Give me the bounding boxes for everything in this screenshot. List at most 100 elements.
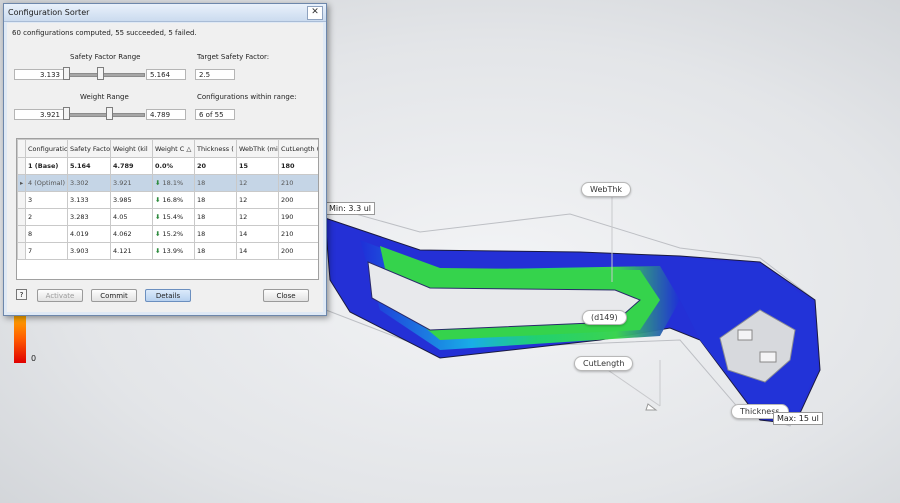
cell-webthk: 15 [236, 157, 279, 175]
callout-webthk[interactable]: WebThk [581, 182, 632, 197]
cell-weight-change: ⬇ 18.1% [152, 174, 195, 192]
table-row[interactable]: 2 3.283 4.05 ⬇ 15.4% 18 12 190 [17, 208, 318, 226]
cell-config: 4 (Optimal) [25, 174, 68, 192]
row-selector[interactable] [17, 208, 26, 226]
row-selector[interactable] [17, 242, 26, 260]
activate-button[interactable]: Activate [37, 289, 83, 302]
configuration-sorter-dialog[interactable]: Configuration Sorter ✕ 60 configurations… [3, 3, 327, 316]
min-stress-tag: Min: 3.3 ul [325, 202, 375, 215]
weight-max-field[interactable]: 4.789 [146, 109, 186, 120]
cell-cutlength: 180 [278, 157, 318, 175]
column-header[interactable]: Safety Facto [67, 139, 111, 158]
safety-range-slider[interactable] [67, 73, 145, 77]
cell-safety: 3.133 [67, 191, 111, 209]
cell-thickness: 18 [194, 208, 237, 226]
down-arrow-icon: ⬇ [155, 179, 161, 187]
table-row[interactable]: 3 3.133 3.985 ⬇ 16.8% 18 12 200 [17, 191, 318, 209]
cell-webthk: 14 [236, 242, 279, 260]
column-header[interactable]: WebThk (mi [236, 139, 279, 158]
row-selector[interactable] [17, 225, 26, 243]
row-header-corner [17, 139, 26, 158]
cell-thickness: 18 [194, 191, 237, 209]
cell-webthk: 14 [236, 225, 279, 243]
cell-cutlength: 200 [278, 242, 318, 260]
cell-webthk: 12 [236, 208, 279, 226]
cell-safety: 3.903 [67, 242, 111, 260]
cell-cutlength: 210 [278, 225, 318, 243]
dialog-body: 60 configurations computed, 55 succeeded… [7, 23, 323, 312]
cell-config: 1 (Base) [25, 157, 68, 175]
column-header[interactable]: Weight (kil [110, 139, 153, 158]
down-arrow-icon: ⬇ [155, 247, 161, 255]
cell-safety: 5.164 [67, 157, 111, 175]
max-stress-tag: Max: 15 ul [773, 412, 823, 425]
table-row[interactable]: 7 3.903 4.121 ⬇ 13.9% 18 14 200 [17, 242, 318, 260]
dialog-title: Configuration Sorter [8, 8, 90, 17]
callout-cutlength[interactable]: CutLength [574, 356, 634, 371]
down-arrow-icon: ⬇ [155, 213, 161, 221]
configs-within-range-label: Configurations within range: [197, 93, 297, 101]
cell-config: 3 [25, 191, 68, 209]
target-safety-field[interactable]: 2.5 [195, 69, 235, 80]
cell-safety: 3.302 [67, 174, 111, 192]
current-row-arrow-icon[interactable]: ▸ [17, 174, 26, 192]
cell-cutlength: 190 [278, 208, 318, 226]
weight-min-field[interactable]: 3.921 [14, 109, 64, 120]
cell-weight: 3.985 [110, 191, 153, 209]
cell-thickness: 18 [194, 225, 237, 243]
configurations-table[interactable]: Configuratic Safety Facto Weight (kil We… [16, 138, 319, 280]
cell-weight: 4.05 [110, 208, 153, 226]
table-row[interactable]: 1 (Base) 5.164 4.789 0.0% 20 15 180 [17, 157, 318, 175]
row-selector[interactable] [17, 191, 26, 209]
commit-button[interactable]: Commit [91, 289, 137, 302]
cell-weight-change: 0.0% [152, 157, 195, 175]
cell-thickness: 18 [194, 174, 237, 192]
dialog-titlebar[interactable]: Configuration Sorter ✕ [4, 4, 326, 22]
down-arrow-icon: ⬇ [155, 196, 161, 204]
callout-d149[interactable]: (d149) [582, 310, 627, 325]
cell-config: 7 [25, 242, 68, 260]
cell-weight-change: ⬇ 13.9% [152, 242, 195, 260]
column-header[interactable]: Weight C △ [152, 139, 195, 158]
close-icon[interactable]: ✕ [307, 6, 323, 20]
configs-within-range-field: 6 of 55 [195, 109, 235, 120]
table-row[interactable]: 8 4.019 4.062 ⬇ 15.2% 18 14 210 [17, 225, 318, 243]
cell-thickness: 20 [194, 157, 237, 175]
safety-max-field[interactable]: 5.164 [146, 69, 186, 80]
weight-min-handle[interactable] [63, 107, 70, 120]
cell-weight: 4.121 [110, 242, 153, 260]
table-header: Configuratic Safety Facto Weight (kil We… [17, 139, 318, 158]
cell-webthk: 12 [236, 191, 279, 209]
column-header[interactable]: Configuratic [25, 139, 68, 158]
weight-max-handle[interactable] [106, 107, 113, 120]
safety-max-handle[interactable] [97, 67, 104, 80]
cell-webthk: 12 [236, 174, 279, 192]
table-row[interactable]: ▸ 4 (Optimal) 3.302 3.921 ⬇ 18.1% 18 12 … [17, 174, 318, 192]
cell-weight: 4.062 [110, 225, 153, 243]
cell-weight-change: ⬇ 15.4% [152, 208, 195, 226]
cell-safety: 3.283 [67, 208, 111, 226]
cell-weight-change: ⬇ 15.2% [152, 225, 195, 243]
safety-factor-range-label: Safety Factor Range [70, 53, 141, 61]
column-header[interactable]: CutLength ( [278, 139, 318, 158]
row-selector[interactable] [17, 157, 26, 175]
safety-min-handle[interactable] [63, 67, 70, 80]
summary-text: 60 configurations computed, 55 succeeded… [12, 29, 197, 37]
details-button[interactable]: Details [145, 289, 191, 302]
cell-safety: 4.019 [67, 225, 111, 243]
cell-config: 2 [25, 208, 68, 226]
close-button[interactable]: Close [263, 289, 309, 302]
cell-weight: 3.921 [110, 174, 153, 192]
color-legend-bar [14, 315, 26, 363]
cell-config: 8 [25, 225, 68, 243]
down-arrow-icon: ⬇ [155, 230, 161, 238]
cell-weight-change: ⬇ 16.8% [152, 191, 195, 209]
column-header[interactable]: Thickness ( [194, 139, 237, 158]
cell-cutlength: 210 [278, 174, 318, 192]
safety-min-field[interactable]: 3.133 [14, 69, 64, 80]
cell-weight: 4.789 [110, 157, 153, 175]
weight-range-label: Weight Range [80, 93, 129, 101]
cell-thickness: 18 [194, 242, 237, 260]
help-button[interactable]: ? [16, 289, 27, 300]
legend-zero-label: 0 [31, 354, 37, 363]
